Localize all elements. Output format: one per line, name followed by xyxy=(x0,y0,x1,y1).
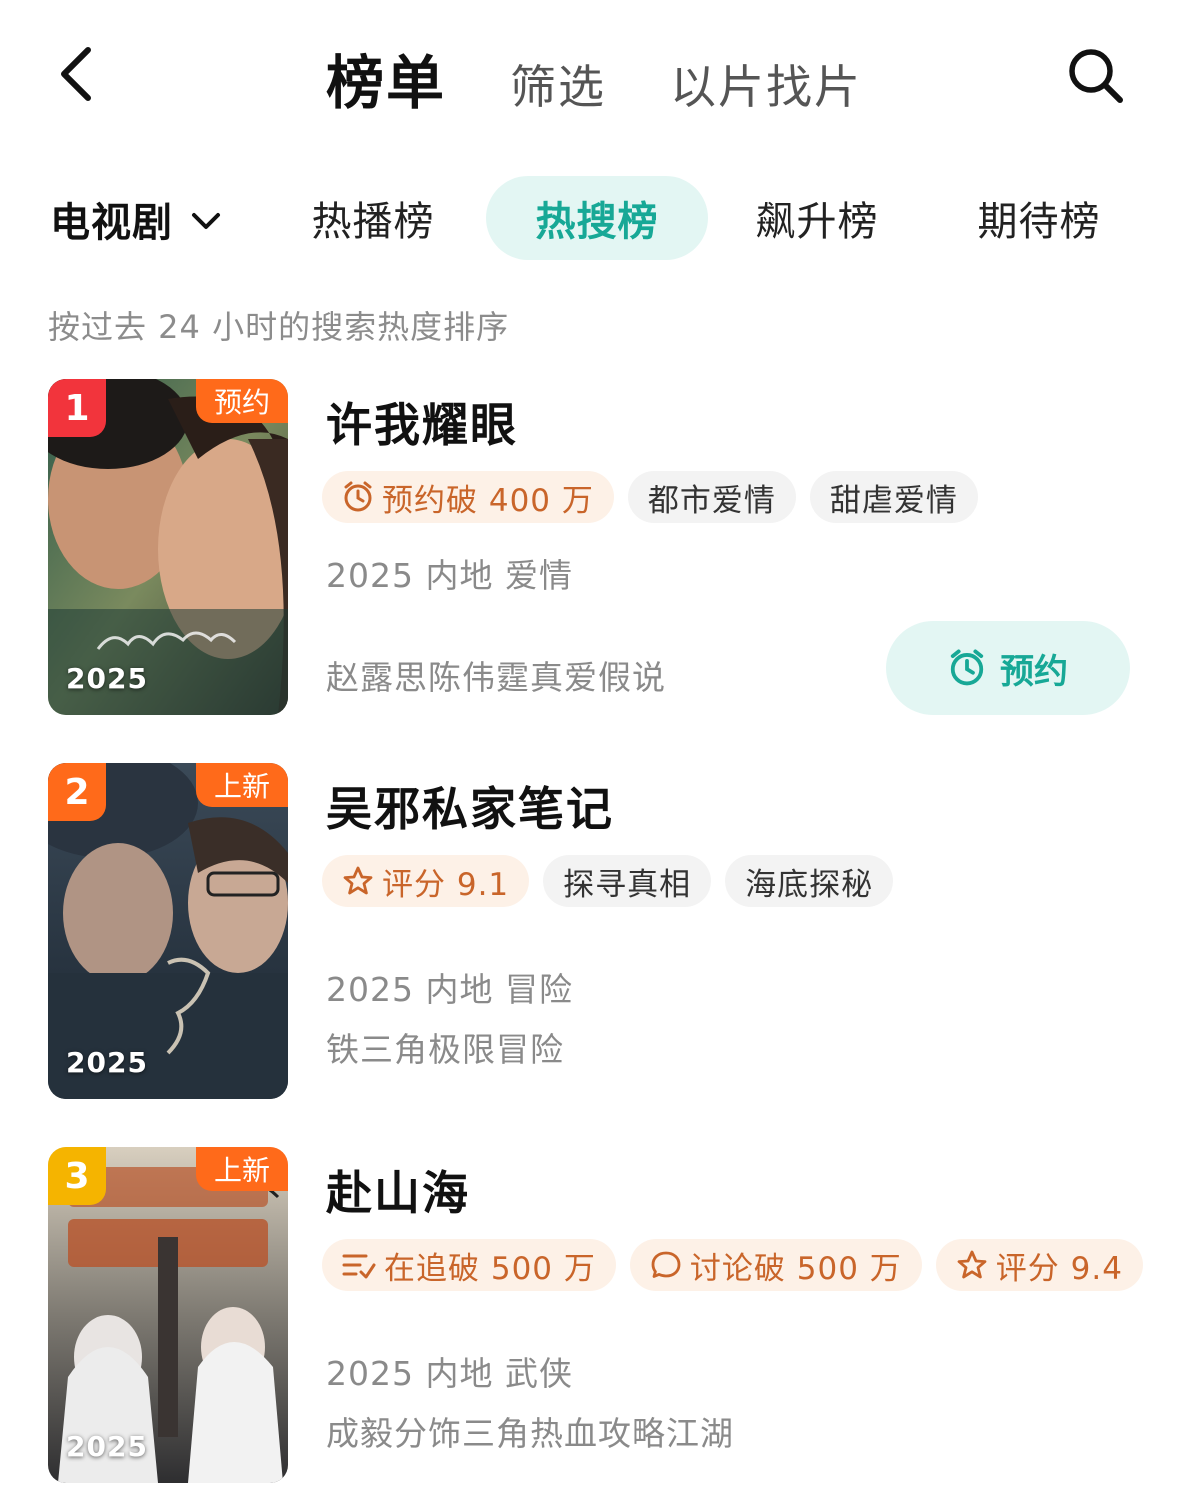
rank-badge: 3 xyxy=(48,1147,106,1205)
alarm-icon xyxy=(950,649,984,686)
tag-list: 预约破 400 万 都市爱情 甜虐爱情 xyxy=(322,471,992,523)
star-icon xyxy=(343,866,373,895)
comment-icon xyxy=(651,1251,681,1278)
category-dropdown[interactable]: 电视剧 xyxy=(50,190,221,248)
rank-badge: 2 xyxy=(48,763,106,821)
status-badge: 上新 xyxy=(195,763,288,807)
tab-hot-playing[interactable]: 热播榜 xyxy=(290,176,456,260)
tab-anticipated[interactable]: 期待榜 xyxy=(956,176,1122,260)
item-description: 成毅分饰三角热血攻略江湖 xyxy=(326,1414,734,1453)
tag-chip[interactable]: 甜虐爱情 xyxy=(809,471,978,523)
tag-chip[interactable]: 在追破 500 万 xyxy=(322,1239,616,1291)
tag-text: 在追破 500 万 xyxy=(384,1250,596,1287)
search-icon xyxy=(1069,49,1123,103)
item-info: 2025 内地 武侠 xyxy=(326,1354,573,1393)
tab-rankings[interactable]: 榜单 xyxy=(326,36,446,120)
list-item[interactable]: 2 上新 2025 吴邪私家笔记 评分 9.1 探寻真相 海底探秘 2025 内… xyxy=(0,763,1179,1103)
chevron-down-icon xyxy=(192,213,220,229)
category-tab-row: 电视剧 热播榜 热搜榜 飙升榜 期待榜 xyxy=(0,172,1179,260)
tag-text: 预约破 400 万 xyxy=(382,482,594,519)
tag-text: 评分 9.4 xyxy=(995,1250,1123,1287)
tag-chip[interactable]: 海底探秘 xyxy=(725,855,894,907)
top-nav-bar: 榜单 筛选 以片找片 xyxy=(0,0,1179,150)
status-badge: 上新 xyxy=(195,1147,288,1191)
item-title[interactable]: 许我耀眼 xyxy=(326,389,518,455)
list-item[interactable]: 1 预约 2025 许我耀眼 预约破 400 万 都市爱情 甜虐爱情 2025 … xyxy=(0,379,1179,719)
reserve-button-label: 预约 xyxy=(1000,651,1068,692)
tab-rising[interactable]: 飙升榜 xyxy=(734,176,900,260)
tab-filter[interactable]: 筛选 xyxy=(510,51,606,117)
poster-year: 2025 xyxy=(66,662,148,695)
alarm-icon xyxy=(344,481,372,512)
item-description: 赵露思陈伟霆真爱假说 xyxy=(326,658,666,697)
poster-year: 2025 xyxy=(66,1430,148,1463)
tag-chip[interactable]: 都市爱情 xyxy=(627,471,796,523)
item-title[interactable]: 吴邪私家笔记 xyxy=(326,773,614,839)
tag-chip[interactable]: 评分 9.1 xyxy=(322,855,530,907)
star-icon xyxy=(957,1250,987,1279)
back-button[interactable] xyxy=(48,44,104,104)
reserve-button[interactable]: 预约 xyxy=(886,621,1130,715)
tag-list: 在追破 500 万 讨论破 500 万 评分 9.4 xyxy=(322,1239,1157,1291)
poster-image[interactable]: 3 上新 2025 xyxy=(48,1147,288,1483)
item-info: 2025 内地 爱情 xyxy=(326,556,573,595)
item-description: 铁三角极限冒险 xyxy=(326,1030,564,1069)
tag-list: 评分 9.1 探寻真相 海底探秘 xyxy=(322,855,907,907)
tag-text: 讨论破 500 万 xyxy=(689,1250,902,1287)
ranking-description: 按过去 24 小时的搜索热度排序 xyxy=(48,308,510,346)
poster-image[interactable]: 1 预约 2025 xyxy=(48,379,288,715)
tab-find-by-film[interactable]: 以片找片 xyxy=(670,51,862,117)
list-check-icon xyxy=(342,1254,376,1279)
list-item[interactable]: 3 上新 2025 赴山海 在追破 500 万 讨论破 500 万 评分 9.4 xyxy=(0,1147,1179,1487)
rank-badge: 1 xyxy=(48,379,106,437)
item-title[interactable]: 赴山海 xyxy=(326,1157,470,1223)
tag-chip[interactable]: 评分 9.4 xyxy=(935,1239,1143,1291)
back-arrow-icon xyxy=(61,47,91,101)
status-badge: 预约 xyxy=(195,379,288,423)
category-dropdown-label: 电视剧 xyxy=(50,200,173,246)
poster-year: 2025 xyxy=(66,1046,148,1079)
tag-chip[interactable]: 讨论破 500 万 xyxy=(629,1239,922,1291)
tag-text: 评分 9.1 xyxy=(382,866,510,903)
item-info: 2025 内地 冒险 xyxy=(326,970,573,1009)
tab-hot-search[interactable]: 热搜榜 xyxy=(486,176,708,260)
tag-chip[interactable]: 预约破 400 万 xyxy=(322,471,614,523)
poster-image[interactable]: 2 上新 2025 xyxy=(48,763,288,1099)
top-tabs: 榜单 筛选 以片找片 xyxy=(326,36,926,120)
search-button[interactable] xyxy=(1064,44,1128,108)
tag-chip[interactable]: 探寻真相 xyxy=(543,855,712,907)
